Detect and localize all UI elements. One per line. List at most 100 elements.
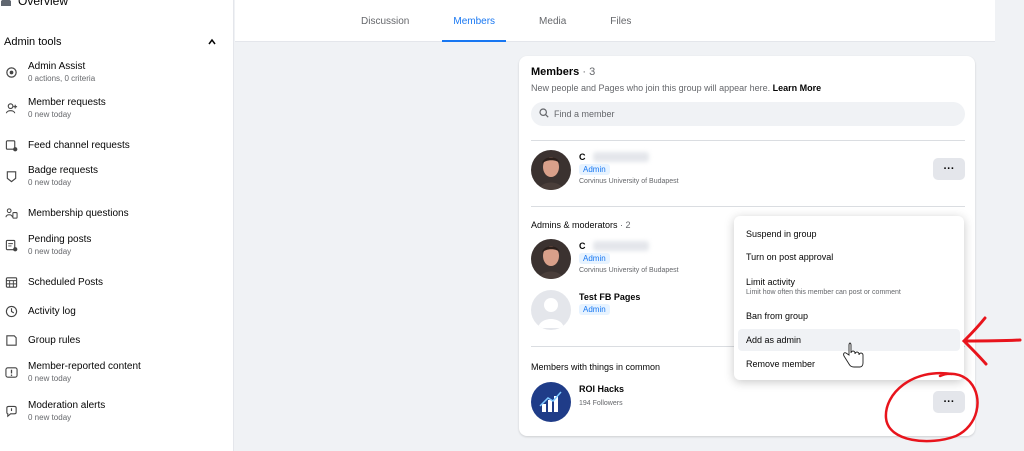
menu-item-label: Limit activity xyxy=(746,276,796,287)
common-member-row[interactable]: ROI Hacks 194 Followers xyxy=(531,382,831,422)
calendar-icon xyxy=(4,275,18,289)
sidebar-item-label: Feed channel requests xyxy=(28,139,130,151)
chevron-up-icon[interactable] xyxy=(204,34,220,50)
default-avatar[interactable] xyxy=(531,290,571,330)
member-followers: 194 Followers xyxy=(579,400,623,407)
members-title-text: Members xyxy=(531,66,580,78)
overview-icon xyxy=(0,0,12,7)
tab-discussion[interactable]: Discussion xyxy=(350,0,420,42)
member-name[interactable]: Test FB Pages xyxy=(579,292,640,302)
sidebar-item-pending-posts[interactable]: Pending posts 0 new today xyxy=(0,233,226,257)
report-icon xyxy=(4,365,18,379)
overview-label: Overview xyxy=(18,0,69,8)
members-count: · 3 xyxy=(579,66,596,78)
sidebar-item-sub: 0 new today xyxy=(28,374,72,383)
group-tabs: Discussion Members Media Files xyxy=(350,0,642,42)
admin-tools-header[interactable]: Admin tools xyxy=(0,32,226,52)
sidebar-item-badge-requests[interactable]: Badge requests 0 new today xyxy=(0,164,226,188)
redacted-name xyxy=(593,241,649,251)
member-workplace: Corvinus University of Budapest xyxy=(579,267,679,274)
alert-icon xyxy=(4,404,18,418)
common-section-title: Members with things in common xyxy=(531,362,661,372)
sidebar-item-label: Moderation alerts xyxy=(28,400,106,411)
menu-item-sub: Limit how often this member can post or … xyxy=(746,288,901,296)
menu-item-ban[interactable]: Ban from group xyxy=(738,306,960,326)
pending-posts-icon xyxy=(4,238,18,252)
sidebar-item-membership-questions[interactable]: Membership questions xyxy=(0,206,226,220)
sidebar-item-sub: 0 new today xyxy=(28,247,72,256)
admins-title-text: Admins & moderators xyxy=(531,220,618,230)
menu-item-suspend[interactable]: Suspend in group xyxy=(738,224,960,244)
sidebar-item-label: Activity log xyxy=(28,305,76,317)
members-description-text: New people and Pages who join this group… xyxy=(531,83,771,93)
sidebar-item-label: Member requests xyxy=(28,97,106,108)
sidebar-item-member-requests[interactable]: Member requests 0 new today xyxy=(0,96,226,120)
member-workplace: Corvinus University of Budapest xyxy=(579,178,679,185)
sidebar-item-sub: 0 new today xyxy=(28,413,72,422)
menu-item-label: Turn on post approval xyxy=(746,252,834,262)
member-row[interactable]: C Admin Corvinus University of Budapest xyxy=(531,150,831,190)
clock-icon xyxy=(4,304,18,318)
search-icon xyxy=(539,108,549,120)
learn-more-link[interactable]: Learn More xyxy=(773,83,822,93)
admin-badge: Admin xyxy=(579,253,610,264)
member-name[interactable]: ROI Hacks xyxy=(579,384,624,394)
sidebar-item-sub: 0 new today xyxy=(28,178,72,187)
sidebar-item-label: Pending posts xyxy=(28,234,92,245)
add-person-icon xyxy=(4,101,18,115)
search-placeholder: Find a member xyxy=(554,109,615,119)
admins-section-title: Admins & moderators · 2 xyxy=(531,220,631,230)
avatar[interactable] xyxy=(531,150,571,190)
menu-item-remove[interactable]: Remove member xyxy=(738,354,960,374)
admin-badge: Admin xyxy=(579,164,610,175)
sidebar-item-label: Admin Assist xyxy=(28,61,86,72)
menu-item-limit-activity[interactable]: Limit activity Limit how often this memb… xyxy=(738,271,960,301)
member-name[interactable]: C xyxy=(579,152,586,162)
members-title: Members · 3 xyxy=(531,66,595,78)
members-description: New people and Pages who join this group… xyxy=(531,83,821,93)
menu-item-add-admin[interactable]: Add as admin xyxy=(738,329,960,351)
gear-icon xyxy=(4,65,18,79)
sidebar-item-activity-log[interactable]: Activity log xyxy=(0,304,226,318)
sidebar-item-admin-assist[interactable]: Admin Assist 0 actions, 0 criteria xyxy=(0,60,226,84)
sidebar-item-feed-channel-requests[interactable]: Feed channel requests xyxy=(0,138,226,152)
tab-members[interactable]: Members xyxy=(442,0,506,42)
admin-badge: Admin xyxy=(579,304,610,315)
menu-item-label: Ban from group xyxy=(746,311,809,321)
sidebar-item-scheduled-posts[interactable]: Scheduled Posts xyxy=(0,275,226,289)
badge-icon xyxy=(4,169,18,183)
sidebar-item-label: Member-reported content xyxy=(28,361,141,372)
admin-tools-title: Admin tools xyxy=(4,36,62,48)
menu-item-label: Suspend in group xyxy=(746,229,817,239)
avatar[interactable] xyxy=(531,239,571,279)
menu-item-label: Remove member xyxy=(746,359,816,369)
member-name[interactable]: C xyxy=(579,241,586,251)
tab-files[interactable]: Files xyxy=(599,0,642,42)
sidebar-item-label: Membership questions xyxy=(28,207,129,219)
search-input[interactable]: Find a member xyxy=(531,102,965,126)
page-avatar[interactable] xyxy=(531,382,571,422)
menu-item-post-approval[interactable]: Turn on post approval xyxy=(738,247,960,267)
member-options-button[interactable]: ··· xyxy=(933,158,965,180)
sidebar-item-sub: 0 actions, 0 criteria xyxy=(28,74,96,83)
questions-icon xyxy=(4,206,18,220)
divider xyxy=(531,206,965,207)
sidebar-item-label: Scheduled Posts xyxy=(28,276,104,288)
menu-item-label: Add as admin xyxy=(746,335,802,345)
sidebar-item-group-rules[interactable]: Group rules xyxy=(0,333,226,347)
divider xyxy=(531,140,965,141)
feed-icon xyxy=(4,138,18,152)
sidebar-item-moderation-alerts[interactable]: Moderation alerts 0 new today xyxy=(0,399,226,423)
sidebar-item-label: Badge requests xyxy=(28,165,99,176)
sidebar-item-label: Group rules xyxy=(28,334,81,346)
member-options-menu: Suspend in group Turn on post approval L… xyxy=(734,216,964,380)
admin-sidebar: Overview Admin tools Admin Assist 0 acti… xyxy=(0,0,234,451)
tab-media[interactable]: Media xyxy=(528,0,577,42)
sidebar-item-member-reported-content[interactable]: Member-reported content 0 new today xyxy=(0,360,226,384)
common-member-options-button[interactable]: ··· xyxy=(933,391,965,413)
sidebar-item-sub: 0 new today xyxy=(28,110,72,119)
redacted-name xyxy=(593,152,649,162)
sidebar-item-overview[interactable]: Overview xyxy=(0,0,68,8)
rules-icon xyxy=(4,333,18,347)
admins-count: · 2 xyxy=(617,220,631,230)
